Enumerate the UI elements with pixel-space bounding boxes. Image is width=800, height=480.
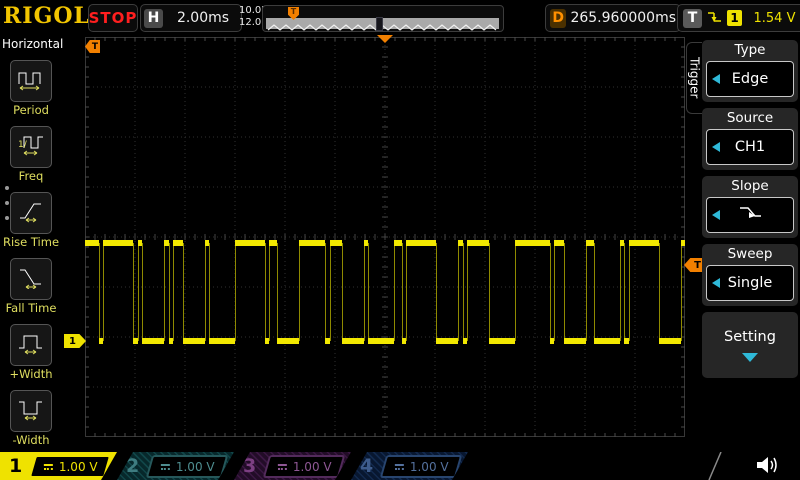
rise-time-icon [18, 199, 44, 227]
falling-edge-icon [737, 204, 763, 226]
oscilloscope-screen: RIGOL STOP H 2.00ms 10.0MSa/s 12.0M pts … [0, 0, 800, 480]
period-icon [18, 67, 44, 95]
falling-edge-icon [707, 9, 722, 28]
menu-label-source: Source [702, 108, 798, 129]
delay-box[interactable]: D 265.960000ms [545, 4, 681, 32]
trigger-source-badge: 1 [727, 10, 742, 26]
scroll-dot [5, 186, 9, 190]
menu-label-type: Type [702, 40, 798, 61]
svg-text:1/: 1/ [18, 140, 28, 150]
measure-item-fall-time[interactable]: Fall Time [0, 258, 62, 315]
pos-width-icon [18, 331, 44, 359]
delay-value: 265.960000ms [570, 10, 676, 26]
right-menu-tab: Trigger [686, 42, 702, 114]
menu-label-sweep: Sweep [702, 244, 798, 265]
horizontal-scale-value: 2.00ms [168, 10, 238, 26]
horizontal-scale-box[interactable]: H 2.00ms [140, 4, 242, 32]
channel1-ground-marker-icon: 1 [64, 334, 86, 348]
dc-coupling-icon [160, 462, 171, 470]
measure-item-period[interactable]: Period [0, 60, 62, 117]
channel-tab-1[interactable]: 1 1.00 V [0, 452, 117, 480]
trigger-level-value: 1.54 V [747, 11, 800, 26]
display-window-notch-icon [376, 17, 383, 31]
channel-scale-box: 1.00 V [29, 455, 112, 478]
left-menu: Period 1/ Freq Rise Time Fall Time +Widt… [0, 60, 62, 447]
menu-softkey-type[interactable]: Edge [706, 61, 794, 97]
menu-label-slope: Slope [702, 176, 798, 197]
measure-item-freq[interactable]: 1/ Freq [0, 126, 62, 183]
freq-icon: 1/ [18, 133, 44, 161]
menu-softkey-source[interactable]: CH1 [706, 129, 794, 165]
menu-section-sweep: Sweep Single [702, 244, 798, 306]
bottom-bar-divider [706, 452, 724, 480]
trigger-status-box[interactable]: T 1 1.54 V [677, 4, 800, 32]
trigger-position-triangle-icon [377, 35, 393, 43]
memory-position-bar: T [262, 5, 504, 32]
graticule [85, 37, 686, 438]
dc-coupling-icon [43, 462, 54, 470]
channel-scale-box: 1.00 V [380, 455, 463, 478]
channel-tab-3[interactable]: 3 1.00 V [234, 452, 351, 480]
dc-coupling-icon [277, 462, 288, 470]
chevron-left-icon [712, 278, 720, 288]
delay-badge: D [550, 9, 566, 28]
measure-item-neg-width[interactable]: -Width [0, 390, 62, 447]
trigger-badge: T [683, 9, 702, 28]
menu-section-type: Type Edge [702, 40, 798, 102]
right-menu-title: Trigger [688, 57, 702, 98]
menu-softkey-slope[interactable] [706, 197, 794, 233]
measure-item-pos-width[interactable]: +Width [0, 324, 62, 381]
menu-scroll-dots [5, 186, 11, 220]
channel-tab-4[interactable]: 4 1.00 V [351, 452, 468, 480]
dc-coupling-icon [394, 462, 405, 470]
menu-section-source: Source CH1 [702, 108, 798, 170]
menu-section-slope: Slope [702, 176, 798, 238]
chevron-left-icon [712, 210, 720, 220]
menu-softkey-sweep[interactable]: Single [706, 265, 794, 301]
channel-tab-2[interactable]: 2 1.00 V [117, 452, 234, 480]
channel-scale-box: 1.00 V [146, 455, 229, 478]
left-menu-title: Horizontal [2, 37, 62, 51]
neg-width-icon [18, 397, 44, 425]
scroll-dot [5, 201, 9, 205]
speaker-icon [752, 454, 780, 480]
run-state-indicator[interactable]: STOP [88, 4, 138, 32]
chevron-left-icon [712, 74, 720, 84]
channel-scale-box: 1.00 V [263, 455, 346, 478]
horizontal-badge: H [144, 9, 163, 28]
scroll-dot [5, 216, 9, 220]
brand-logo: RIGOL [3, 2, 87, 30]
channel-bar: 1 1.00 V 2 1.00 V 3 1.00 V 4 1.00 V [0, 452, 800, 480]
menu-softkey-setting[interactable]: Setting [702, 312, 798, 378]
chevron-left-icon [712, 142, 720, 152]
run-state-label: STOP [89, 9, 138, 27]
chevron-down-icon [742, 353, 758, 362]
fall-time-icon [18, 265, 44, 293]
